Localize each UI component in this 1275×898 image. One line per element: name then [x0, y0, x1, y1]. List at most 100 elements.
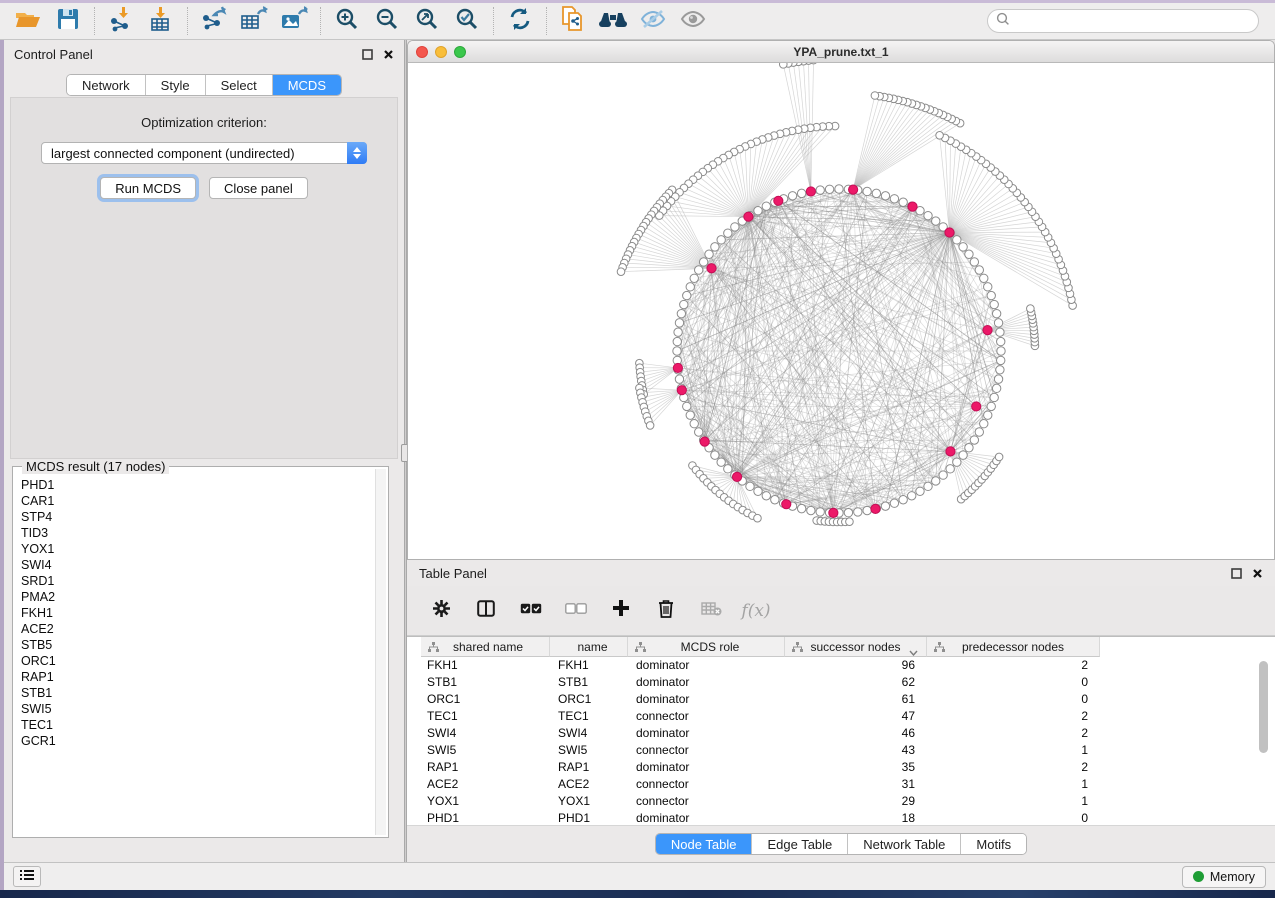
fx-icon: f(x) — [741, 601, 770, 621]
zoom-out-button[interactable] — [367, 6, 407, 36]
tab-select[interactable]: Select — [206, 75, 273, 95]
mcds-result-scrollbar[interactable] — [375, 469, 386, 835]
table-row[interactable]: ORC1ORC1dominator610 — [421, 691, 1275, 708]
mcds-result-item[interactable]: GCR1 — [16, 733, 374, 749]
export-image-button[interactable] — [274, 6, 314, 36]
mcds-result-item[interactable]: PHD1 — [16, 477, 374, 493]
network-view-window: YPA_prune.txt_1 — [407, 40, 1275, 560]
tab-network[interactable]: Network — [67, 75, 146, 95]
export-table-button[interactable] — [234, 6, 274, 36]
mcds-result-item[interactable]: ACE2 — [16, 621, 374, 637]
run-mcds-button[interactable]: Run MCDS — [100, 177, 196, 199]
mcds-result-item[interactable]: TEC1 — [16, 717, 374, 733]
network-canvas[interactable] — [408, 63, 1274, 560]
table-cell: 1 — [927, 776, 1100, 793]
column-header-name[interactable]: name — [550, 637, 628, 657]
float-table-panel-button[interactable] — [1230, 567, 1242, 579]
tab-network-table[interactable]: Network Table — [848, 834, 961, 854]
table-cell: YOX1 — [421, 793, 550, 810]
zoom-fit-button[interactable] — [407, 6, 447, 36]
zoom-selected-button[interactable] — [447, 6, 487, 36]
mcds-result-item[interactable]: ORC1 — [16, 653, 374, 669]
tab-node-table[interactable]: Node Table — [656, 834, 753, 854]
task-history-button[interactable] — [13, 866, 41, 887]
table-cell: 96 — [785, 657, 927, 674]
export-network-button[interactable] — [194, 6, 234, 36]
table-scrollbar[interactable] — [1259, 659, 1269, 821]
mcds-result-item[interactable]: PMA2 — [16, 589, 374, 605]
clone-network-button[interactable] — [553, 6, 593, 36]
search-network-button[interactable] — [593, 6, 633, 36]
select-all-button[interactable] — [519, 599, 543, 623]
table-panel: Table Panel — [407, 560, 1275, 862]
table-row[interactable]: SWI5SWI5connector431 — [421, 742, 1275, 759]
toolbar-separator — [546, 7, 547, 35]
mcds-result-item[interactable]: TID3 — [16, 525, 374, 541]
mcds-result-item[interactable]: YOX1 — [16, 541, 374, 557]
table-row[interactable]: STB1STB1dominator620 — [421, 674, 1275, 691]
mcds-result-item[interactable]: RAP1 — [16, 669, 374, 685]
table-settings-button[interactable] — [429, 599, 453, 623]
column-header-mcds-role[interactable]: MCDS role — [628, 637, 785, 657]
export-network-icon — [200, 6, 228, 37]
global-search-field[interactable] — [987, 9, 1259, 33]
mcds-result-item[interactable]: STB5 — [16, 637, 374, 653]
column-header-successor-nodes[interactable]: successor nodes — [785, 637, 927, 657]
table-cell: PHD1 — [550, 810, 628, 827]
mcds-result-list[interactable]: PHD1CAR1STP4TID3YOX1SWI4SRD1PMA2FKH1ACE2… — [16, 470, 374, 834]
hide-selected-button[interactable] — [633, 6, 673, 36]
mcds-result-item[interactable]: SRD1 — [16, 573, 374, 589]
deselect-all-button[interactable] — [564, 599, 588, 623]
memory-label: Memory — [1210, 870, 1255, 884]
show-hidden-button[interactable] — [673, 6, 713, 36]
open-folder-icon — [15, 8, 41, 35]
zoom-in-button[interactable] — [327, 6, 367, 36]
float-panel-button[interactable] — [361, 48, 373, 60]
import-network-button[interactable] — [101, 6, 141, 36]
mcds-result-item[interactable]: SWI4 — [16, 557, 374, 573]
table-scrollbar-thumb[interactable] — [1259, 661, 1268, 753]
table-toolbar: f(x) — [407, 586, 1275, 636]
table-row[interactable]: PHD1PHD1dominator180 — [421, 810, 1275, 827]
delete-table-button[interactable] — [699, 599, 723, 623]
column-header-shared-name[interactable]: shared name — [421, 637, 550, 657]
column-header-predecessor-nodes[interactable]: predecessor nodes — [927, 637, 1100, 657]
close-panel-button-mcds[interactable]: Close panel — [209, 177, 308, 199]
save-button[interactable] — [48, 6, 88, 36]
open-folder-button[interactable] — [8, 6, 48, 36]
mcds-result-item[interactable]: SWI5 — [16, 701, 374, 717]
table-cell: STB1 — [421, 674, 550, 691]
tab-mcds[interactable]: MCDS — [273, 75, 341, 95]
table-row[interactable]: TEC1TEC1connector472 — [421, 708, 1275, 725]
table-row[interactable]: RAP1RAP1dominator352 — [421, 759, 1275, 776]
add-column-button[interactable] — [609, 599, 633, 623]
close-table-panel-button[interactable] — [1251, 567, 1263, 579]
import-table-button[interactable] — [141, 6, 181, 36]
mcds-result-item[interactable]: STB1 — [16, 685, 374, 701]
node-table: shared name name MCDS role successor nod… — [407, 636, 1275, 826]
tab-motifs[interactable]: Motifs — [961, 834, 1026, 854]
criterion-dropdown[interactable]: largest connected component (undirected) — [41, 142, 367, 164]
memory-button[interactable]: Memory — [1182, 866, 1266, 888]
table-cell: 46 — [785, 725, 927, 742]
table-row[interactable]: YOX1YOX1connector291 — [421, 793, 1275, 810]
refresh-button[interactable] — [500, 6, 540, 36]
function-builder-button[interactable]: f(x) — [744, 599, 768, 623]
table-row[interactable]: FKH1FKH1dominator962 — [421, 657, 1275, 674]
tab-edge-table[interactable]: Edge Table — [752, 834, 848, 854]
toolbar-separator — [187, 7, 188, 35]
app-window: Control Panel Network Style Select MCDS … — [0, 0, 1275, 898]
table-row[interactable]: SWI4SWI4dominator462 — [421, 725, 1275, 742]
mcds-result-item[interactable]: FKH1 — [16, 605, 374, 621]
close-panel-button[interactable] — [382, 48, 394, 60]
node-table-header: shared name name MCDS role successor nod… — [421, 637, 1275, 657]
mcds-tab-content: Optimization criterion: largest connecte… — [10, 97, 398, 459]
search-input[interactable] — [1015, 14, 1250, 28]
split-view-button[interactable] — [474, 599, 498, 623]
network-window-titlebar[interactable]: YPA_prune.txt_1 — [408, 41, 1274, 63]
tab-style[interactable]: Style — [146, 75, 206, 95]
table-row[interactable]: ACE2ACE2connector311 — [421, 776, 1275, 793]
mcds-result-item[interactable]: CAR1 — [16, 493, 374, 509]
mcds-result-item[interactable]: STP4 — [16, 509, 374, 525]
delete-column-button[interactable] — [654, 599, 678, 623]
